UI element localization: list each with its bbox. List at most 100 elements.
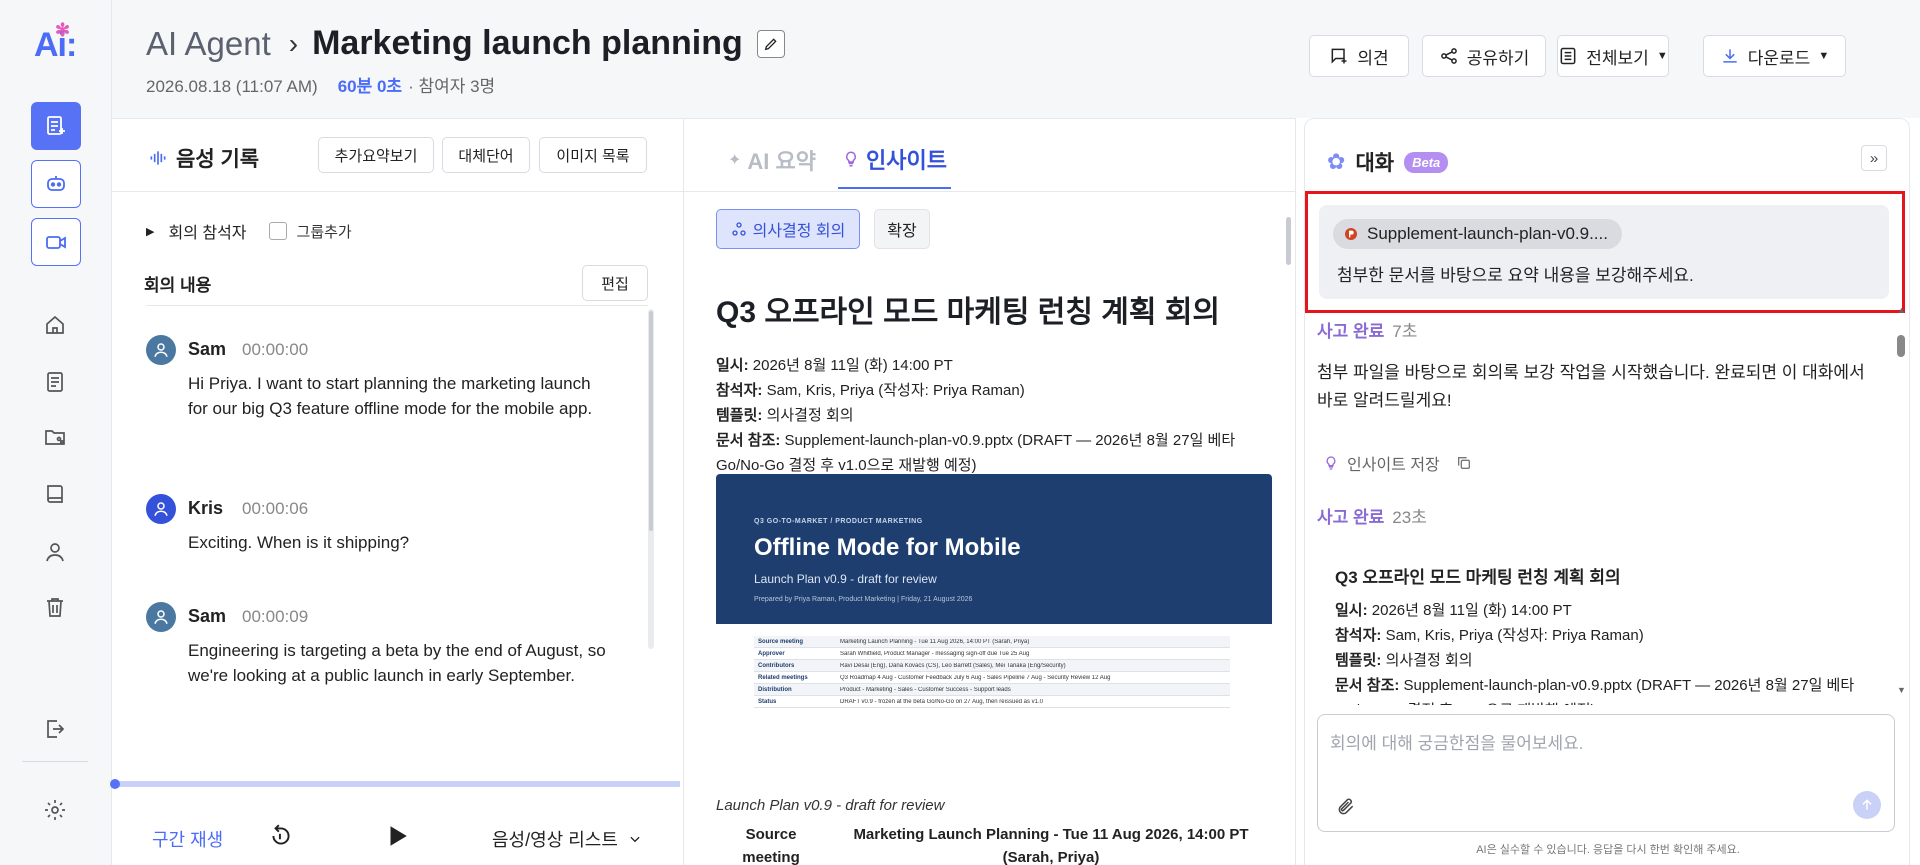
summary-scrollbar[interactable] — [1286, 217, 1291, 265]
profile-nav[interactable] — [40, 537, 70, 567]
app-root: Ai: ✻ AI Agent › Marketing launch planni… — [0, 0, 1920, 865]
answer-field: 문서 참조: Supplement-launch-plan-v0.9.pptx … — [1335, 673, 1875, 705]
summary-heading: Q3 오프라인 모드 마케팅 런칭 계획 회의 — [716, 296, 1221, 329]
thinking-label: 사고 완료 — [1317, 322, 1385, 341]
image-list-button[interactable]: 이미지 목록 — [539, 137, 647, 173]
logo-sparkle-icon: ✻ — [55, 20, 70, 40]
download-dropdown[interactable]: 다운로드 ▼ — [1703, 35, 1846, 77]
ai-agent-button[interactable] — [31, 160, 81, 208]
progress-handle[interactable] — [110, 779, 120, 789]
slide-row-value: Sarah Whitfield, Product Manager - messa… — [840, 650, 1030, 657]
field-value: Sam, Kris, Priya (작성자: Priya Raman) — [1385, 627, 1644, 644]
summary-panel: ✦ AI 요약 인사이트 의사결정 회의 확장 Q3 오프라인 모드 마케팅 런… — [684, 118, 1296, 865]
flower-logo-icon: ✿ — [1327, 149, 1346, 174]
notes-nav[interactable] — [40, 367, 70, 397]
expand-chip[interactable]: 확장 — [874, 209, 930, 249]
thinking-status[interactable]: 사고 완료 23초 — [1317, 503, 1427, 528]
field-value: 의사결정 회의 — [766, 407, 854, 424]
field-key: 문서 참조: — [716, 432, 781, 449]
source-table-row: Source meeting Marketing Launch Planning… — [716, 823, 1276, 865]
slide-row-key: Contributors — [758, 662, 795, 669]
paperclip-icon — [1338, 798, 1354, 815]
scroll-down-icon[interactable]: ▼ — [1897, 685, 1906, 695]
thinking-status[interactable]: 사고 완료 7초 — [1317, 317, 1417, 342]
slide-image[interactable]: Q3 GO-TO-MARKET / PRODUCT MARKETING Offl… — [716, 474, 1272, 774]
play-button[interactable] — [384, 823, 410, 854]
decision-meeting-chip[interactable]: 의사결정 회의 — [716, 209, 860, 249]
edit-transcript-button[interactable]: 편집 — [582, 265, 648, 301]
view-all-dropdown[interactable]: 전체보기 ▼ — [1557, 35, 1669, 77]
share-button[interactable]: 공유하기 — [1422, 35, 1546, 77]
replace-words-button[interactable]: 대체단어 — [442, 137, 530, 173]
table-key: Source meeting — [742, 826, 800, 865]
field-key: 템플릿: — [716, 407, 763, 424]
hierarchy-icon — [731, 222, 746, 236]
highlight-box — [1305, 191, 1905, 313]
download-icon — [1723, 49, 1737, 63]
transcript-scrollbar[interactable] — [649, 311, 653, 531]
logout-nav[interactable] — [40, 714, 70, 744]
feedback-button[interactable]: 의견 — [1309, 35, 1409, 77]
shared-folder-nav[interactable] — [40, 422, 70, 452]
save-insight-button[interactable]: 인사이트 저장 — [1347, 451, 1440, 475]
user-icon — [154, 343, 168, 357]
chat-input-placeholder: 회의에 대해 궁금한점을 물어보세요. — [1330, 734, 1584, 753]
chat-input[interactable]: 회의에 대해 궁금한점을 물어보세요. — [1317, 714, 1895, 832]
timestamp[interactable]: 00:00:09 — [242, 607, 308, 627]
folder-share-icon — [45, 430, 65, 445]
breadcrumb-root[interactable]: AI Agent — [146, 25, 271, 63]
field-value: Supplement-launch-plan-v0.9.pptx (DRAFT … — [716, 432, 1236, 474]
timestamp[interactable]: 00:00:00 — [242, 340, 308, 360]
meeting-content-title: 회의 내용 — [144, 276, 212, 295]
tab-ai-summary[interactable]: ✦ AI 요약 — [724, 137, 820, 189]
slide-row-key: Related meetings — [758, 674, 808, 681]
chat-title-label: 대화 — [1355, 152, 1395, 175]
record-button[interactable] — [31, 218, 81, 266]
more-summary-button[interactable]: 추가요약보기 — [318, 137, 434, 173]
attach-button[interactable] — [1336, 797, 1356, 822]
home-nav[interactable] — [40, 310, 70, 340]
arrow-up-icon — [1862, 799, 1872, 810]
audio-wave-icon — [150, 151, 166, 165]
slide-table-row: Distribution Product - Marketing - Sales … — [754, 684, 1230, 696]
copy-icon[interactable] — [1456, 455, 1472, 471]
divider — [146, 305, 648, 306]
participants-label[interactable]: 회의 참석자 — [168, 219, 246, 243]
chat-scrollbar[interactable] — [1897, 335, 1905, 357]
field-key: 일시: — [1335, 602, 1368, 619]
utterance-text: Hi Priya. I want to start planning the m… — [188, 374, 593, 418]
video-record-icon — [46, 236, 66, 249]
new-note-button[interactable] — [31, 102, 81, 150]
list-icon — [1560, 47, 1576, 65]
collapse-panel-button[interactable]: » — [1861, 145, 1887, 171]
chevron-right-icon: › — [288, 27, 299, 59]
segment-play-button[interactable]: 구간 재생 — [152, 826, 223, 852]
meeting-duration: 60분 0초 — [337, 77, 403, 96]
rewind-button[interactable] — [268, 823, 294, 854]
lightbulb-icon — [845, 151, 857, 167]
transcript-panel: 음성 기록 추가요약보기 대체단어 이미지 목록 ▶ 회의 참석자 그룹추가 회… — [110, 118, 684, 865]
app-logo[interactable]: Ai: ✻ — [34, 20, 77, 65]
book-nav[interactable] — [40, 479, 70, 509]
send-button[interactable] — [1853, 791, 1881, 819]
timestamp[interactable]: 00:00:06 — [242, 499, 308, 519]
media-list-dropdown[interactable]: 음성/영상 리스트 — [492, 826, 642, 852]
caret-down-icon: ▼ — [1818, 50, 1830, 62]
speaker-name: Kris — [188, 498, 224, 518]
field-value: 의사결정 회의 — [1385, 652, 1473, 669]
answer-field: 템플릿: 의사결정 회의 — [1335, 648, 1875, 673]
add-group-checkbox[interactable] — [268, 222, 287, 240]
playback-progress[interactable] — [110, 779, 680, 789]
scroll-up-icon[interactable]: ▲ — [1897, 305, 1906, 315]
sparkle-icon: ✦ — [728, 152, 742, 169]
expand-triangle-icon[interactable]: ▶ — [146, 225, 154, 238]
beta-badge: Beta — [1404, 151, 1449, 173]
field-value: 2026년 8월 11일 (화) 14:00 PT — [752, 357, 953, 374]
divider — [112, 191, 684, 192]
trash-nav[interactable] — [40, 592, 70, 622]
settings-nav[interactable] — [40, 795, 70, 825]
tab-insight[interactable]: 인사이트 — [838, 137, 951, 189]
slide-header: Q3 GO-TO-MARKET / PRODUCT MARKETING Offl… — [716, 474, 1272, 624]
edit-title-button[interactable] — [756, 29, 785, 58]
slide-row-value: Marketing Launch Planning - Tue 11 Aug 2… — [840, 638, 1030, 645]
